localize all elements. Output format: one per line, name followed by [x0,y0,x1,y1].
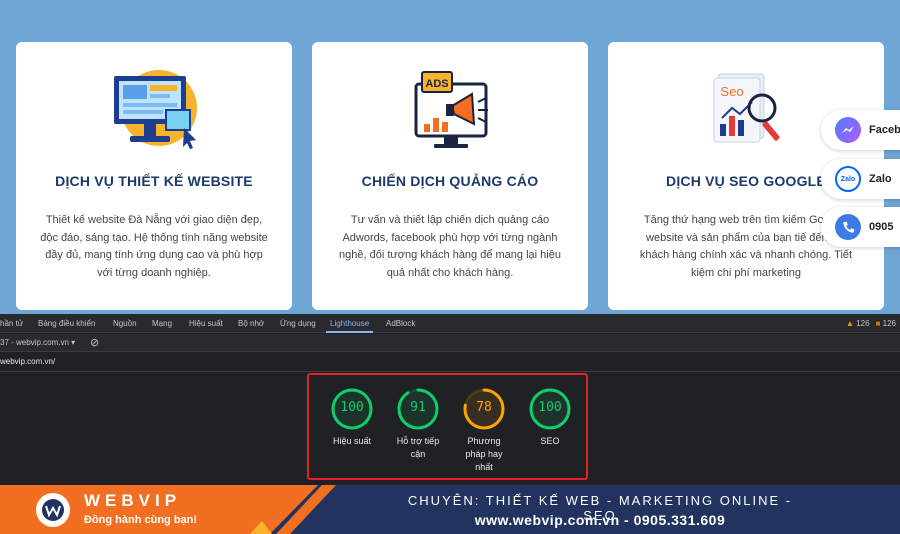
score-value: 91 [410,400,426,415]
score-label: SEO [540,436,560,446]
devtools-tab-bar: hần tử Bảng điều khiển Nguồn Mạng Hiệu s… [0,314,900,333]
messages-count: ■ 126 [875,319,896,328]
website-services-section: DỊCH VỤ THIẾT KẾ WEBSITE Thiết kế websit… [0,0,900,314]
score-gauge-best-practices[interactable]: 78 Phương pháp hay nhất [459,387,509,474]
service-card-web-design[interactable]: DỊCH VỤ THIẾT KẾ WEBSITE Thiết kế websit… [16,42,292,310]
tab-memory[interactable]: Bộ nhớ [238,314,264,333]
tab-application[interactable]: Ứng dụng [280,314,316,333]
facebook-messenger-button[interactable]: Faceb [821,110,900,150]
logo-w-icon [42,499,64,521]
lighthouse-toolbar: 37 - webvip.com.vn ▾ ⊘ [0,334,900,352]
monitor-website-icon [114,70,197,149]
score-label: Phương pháp hay nhất [465,436,503,472]
tab-console[interactable]: Bảng điều khiển [38,314,95,333]
tab-performance[interactable]: Hiệu suất [189,314,223,333]
score-gauge-performance[interactable]: 100 Hiệu suất [327,387,377,448]
score-gauge-seo[interactable]: 100 SEO [525,387,575,448]
report-select[interactable]: 37 - webvip.com.vn ▾ [0,334,75,352]
brand-slogan: Đồng hành cùng bạn! [84,514,198,526]
card-title: CHIẾN DỊCH QUẢNG CÁO [361,173,539,189]
tab-lighthouse[interactable]: Lighthouse [326,314,374,333]
phone-call-button[interactable]: 0905 [821,207,900,247]
tab-sources[interactable]: Nguồn [113,314,137,333]
phone-label: 0905 [869,221,894,233]
brand-name: WEBVIP [84,491,182,510]
seo-magnifier-icon: Seo [713,73,780,143]
issue-counters[interactable]: ▲ 126 ■ 126 [846,314,896,333]
messenger-icon [835,117,861,143]
chevron-down-icon: ▾ [71,338,76,347]
devtools-panel: hần tử Bảng điều khiển Nguồn Mạng Hiệu s… [0,314,900,485]
report-url: webvip.com.vn/ [0,352,900,372]
warning-icon: ▲ [846,319,854,328]
zalo-label: Zalo [869,173,892,185]
svg-text:ADS: ADS [425,78,448,90]
score-value: 78 [476,400,492,415]
svg-text:Seo: Seo [720,84,743,99]
score-gauge-accessibility[interactable]: 91 Hỗ trợ tiếp cận [393,387,443,461]
clear-icon[interactable]: ⊘ [90,334,99,352]
tab-adblock[interactable]: AdBlock [386,314,415,333]
score-label: Hiệu suất [332,436,372,446]
score-value: 100 [538,400,562,415]
message-icon: ■ [875,319,881,328]
score-value: 100 [340,400,364,415]
card-title: DỊCH VỤ THIẾT KẾ WEBSITE [55,173,253,189]
zalo-chat-button[interactable]: Zalo Zalo [821,159,900,199]
ads-megaphone-icon: ADS [414,71,488,148]
card-description: Thiết kế website Đà Nẵng với giao diện đ… [40,214,268,279]
warnings-count: ▲ 126 [846,319,870,328]
zalo-icon: Zalo [835,166,861,192]
lighthouse-scores-highlight: 100 Hiệu suất 91 Hỗ trợ tiếp cận 78 Phươ… [307,373,588,480]
facebook-label: Faceb [869,124,900,136]
tab-network[interactable]: Mạng [152,314,172,333]
service-card-advertising[interactable]: ADS CHIẾN DỊCH QUẢNG CÁO Tư vấn và thiết… [312,42,588,310]
phone-icon [835,214,861,240]
website-phone: www.webvip.com.vn - 0905.331.609 [474,512,726,528]
footer-banner: WEBVIP Đồng hành cùng bạn! CHUYÊN: THIẾT… [0,485,900,534]
tab-elements[interactable]: hần tử [0,314,23,333]
webvip-logo[interactable] [36,493,70,527]
card-description: Tư vấn và thiết lập chiến dịch quảng cáo… [339,214,561,279]
score-label: Hỗ trợ tiếp cận [396,436,440,459]
